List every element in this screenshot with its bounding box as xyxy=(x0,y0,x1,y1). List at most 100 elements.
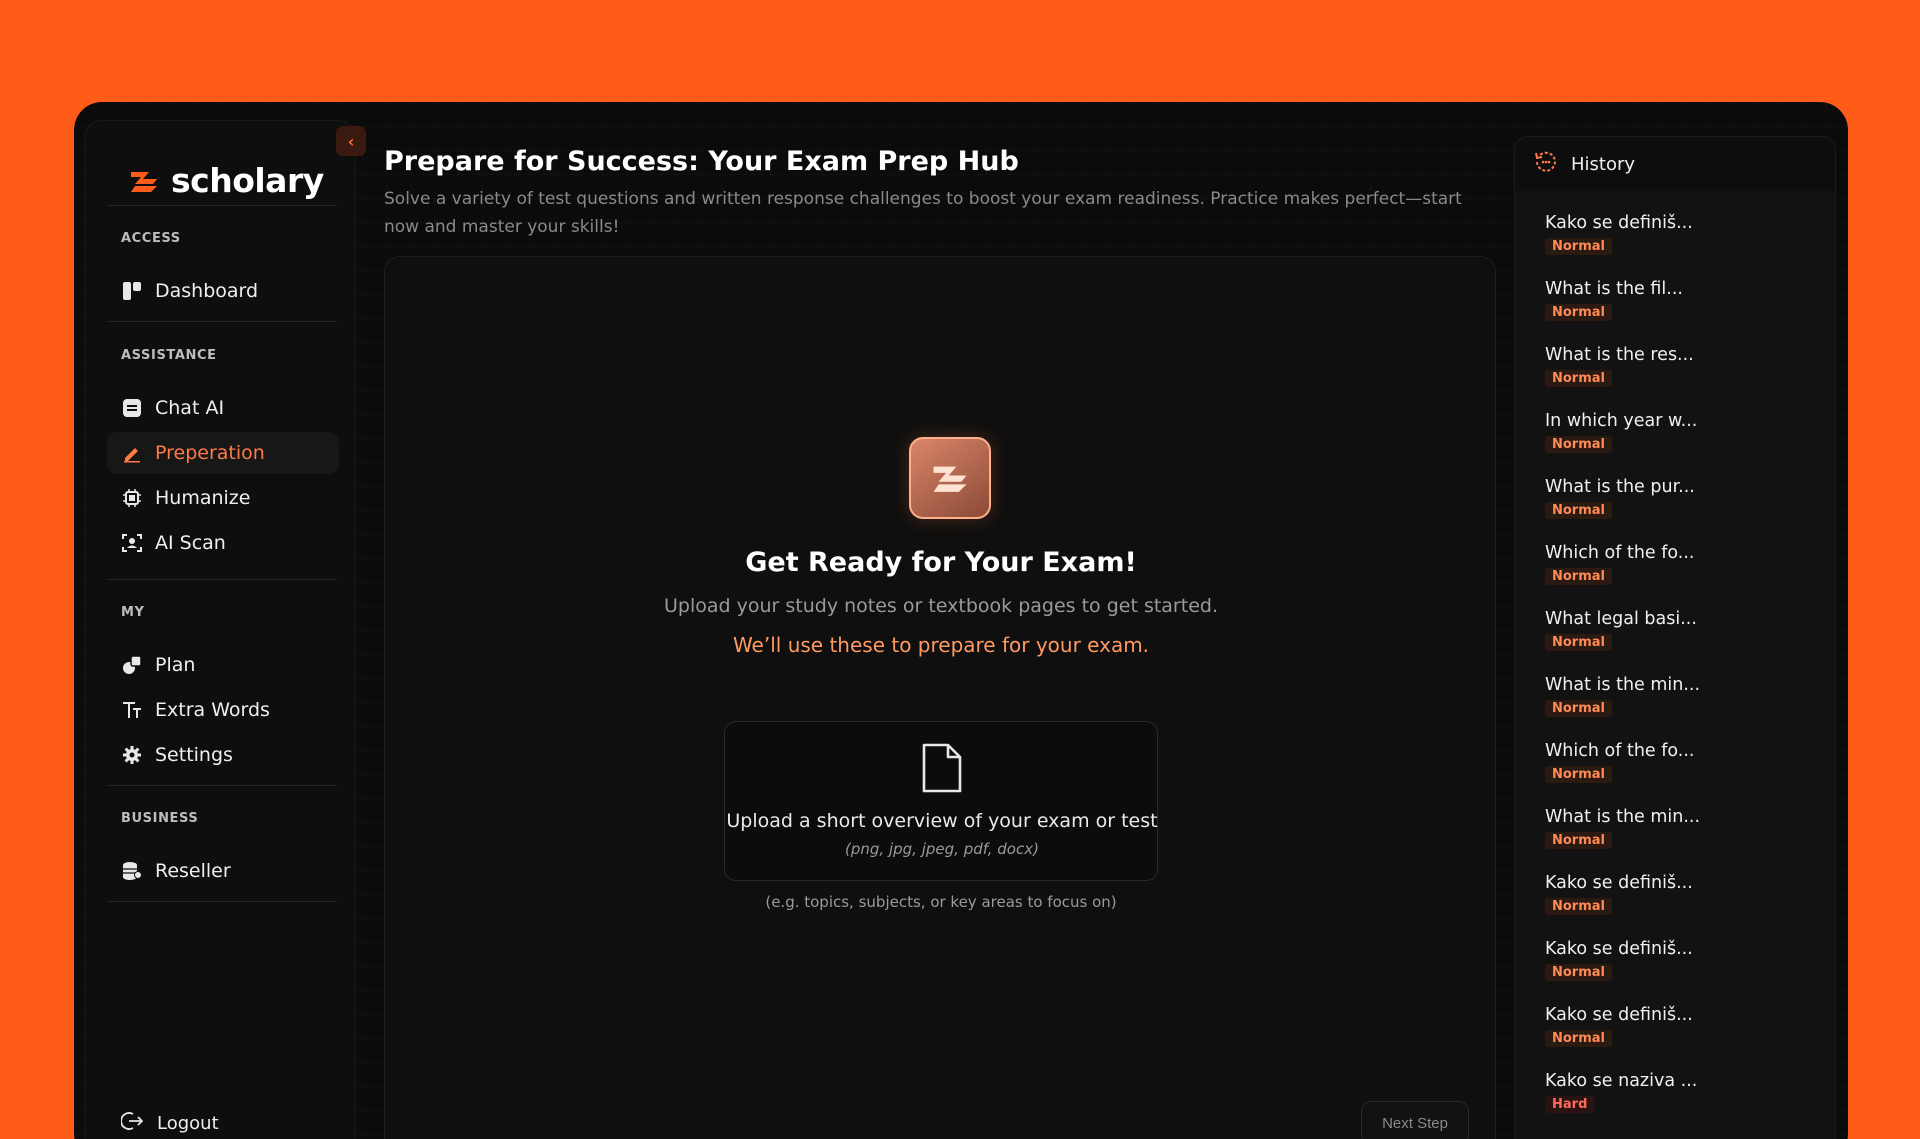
divider xyxy=(107,785,337,786)
history-item[interactable]: What is the fil... Normal xyxy=(1515,277,1835,343)
history-question: Kako se definiš... xyxy=(1545,1005,1693,1025)
history-item[interactable]: Which of the fo... Normal xyxy=(1515,739,1835,805)
history-question: What is the fil... xyxy=(1545,279,1683,299)
divider xyxy=(107,205,337,206)
logout-icon xyxy=(120,1111,144,1136)
history-item[interactable]: What legal basi... Normal xyxy=(1515,607,1835,673)
history-item[interactable]: In which year w... Normal xyxy=(1515,409,1835,475)
history-item[interactable]: Which of the fo... Normal xyxy=(1515,541,1835,607)
difficulty-badge: Normal xyxy=(1545,1030,1612,1047)
history-item[interactable]: Kako se definiš... Normal xyxy=(1515,211,1835,277)
history-header: History xyxy=(1515,137,1835,191)
sidebar-item-reseller[interactable]: Reseller xyxy=(107,850,339,892)
section-label-assistance: ASSISTANCE xyxy=(121,348,217,363)
sidebar-item-label: Settings xyxy=(155,744,233,766)
difficulty-badge: Normal xyxy=(1545,898,1612,915)
history-list: Kako se definiš... Normal What is the fil.… xyxy=(1515,211,1835,1135)
document-icon xyxy=(921,742,963,798)
history-item[interactable]: What is the min... Normal xyxy=(1515,805,1835,871)
sidebar-item-label: Preperation xyxy=(155,442,265,464)
chat-icon xyxy=(121,397,143,419)
dropzone-hint: (e.g. topics, subjects, or key areas to … xyxy=(765,893,1117,911)
sidebar: scholary ACCESS Dashboard ASSISTANCE Cha… xyxy=(84,120,356,1139)
dropzone-file-types: (png, jpg, jpeg, pdf, docx) xyxy=(845,840,1039,858)
history-item[interactable]: Kako se definiš... Normal xyxy=(1515,937,1835,1003)
history-question: What is the res... xyxy=(1545,345,1694,365)
history-icon xyxy=(1533,149,1559,180)
next-step-button[interactable]: Next Step xyxy=(1361,1101,1469,1139)
sidebar-item-label: AI Scan xyxy=(155,532,226,554)
section-label-business: BUSINESS xyxy=(121,811,199,826)
difficulty-badge: Hard xyxy=(1545,1096,1595,1113)
difficulty-badge: Normal xyxy=(1545,964,1612,981)
chevron-left-icon: ‹ xyxy=(347,131,355,151)
difficulty-badge: Normal xyxy=(1545,634,1612,651)
history-title: History xyxy=(1571,153,1636,175)
upload-panel: Get Ready for Your Exam! Upload your stu… xyxy=(384,256,1496,1139)
file-dropzone[interactable]: Upload a short overview of your exam or … xyxy=(724,721,1158,881)
logout-button[interactable]: Logout xyxy=(120,1111,219,1136)
dashboard-icon xyxy=(121,280,143,302)
history-question: Which of the fo... xyxy=(1545,741,1695,761)
difficulty-badge: Normal xyxy=(1545,502,1612,519)
history-item[interactable]: Kako se definiš... Normal xyxy=(1515,1003,1835,1069)
sidebar-item-settings[interactable]: Settings xyxy=(107,734,339,776)
sidebar-item-plan[interactable]: Plan xyxy=(107,644,339,686)
pencil-icon xyxy=(121,442,143,464)
history-item[interactable]: Kako se definiš... Normal xyxy=(1515,871,1835,937)
sidebar-item-ai-scan[interactable]: AI Scan xyxy=(107,522,339,564)
history-question: Kako se definiš... xyxy=(1545,213,1693,233)
get-ready-heading: Get Ready for Your Exam! xyxy=(745,547,1137,578)
coins-icon xyxy=(121,860,143,882)
section-label-my: MY xyxy=(121,605,145,620)
dropzone-label: Upload a short overview of your exam or … xyxy=(726,810,1158,832)
difficulty-badge: Normal xyxy=(1545,370,1612,387)
history-question: What legal basi... xyxy=(1545,609,1697,629)
difficulty-badge: Normal xyxy=(1545,568,1612,585)
section-label-access: ACCESS xyxy=(121,231,181,246)
sidebar-item-label: Dashboard xyxy=(155,280,259,302)
page-subtitle: Solve a variety of test questions and wr… xyxy=(384,189,1462,237)
history-item[interactable]: Kako se naziva ... Hard xyxy=(1515,1069,1835,1135)
history-question: Kako se definiš... xyxy=(1545,939,1693,959)
collapse-sidebar-button[interactable]: ‹ xyxy=(336,126,366,156)
divider xyxy=(107,579,337,580)
text-icon xyxy=(121,699,143,721)
difficulty-badge: Normal xyxy=(1545,700,1612,717)
logo[interactable]: scholary xyxy=(127,161,324,200)
history-item[interactable]: What is the min... Normal xyxy=(1515,673,1835,739)
history-panel: History Kako se definiš... Normal What is … xyxy=(1514,136,1836,1139)
history-question: Which of the fo... xyxy=(1545,543,1695,563)
history-question: Kako se definiš... xyxy=(1545,873,1693,893)
sidebar-item-label: Reseller xyxy=(155,860,231,882)
app-window: scholary ACCESS Dashboard ASSISTANCE Cha… xyxy=(74,102,1848,1139)
scan-icon xyxy=(121,532,143,554)
history-question: Kako se naziva ... xyxy=(1545,1071,1698,1091)
history-item[interactable]: What is the res... Normal xyxy=(1515,343,1835,409)
logout-label: Logout xyxy=(157,1113,219,1134)
history-question: What is the pur... xyxy=(1545,477,1695,497)
sidebar-item-label: Chat AI xyxy=(155,397,225,419)
divider xyxy=(107,901,337,902)
history-question: In which year w... xyxy=(1545,411,1698,431)
gear-icon xyxy=(121,744,143,766)
plan-icon xyxy=(121,654,143,676)
scholary-logo-icon xyxy=(131,171,157,192)
difficulty-badge: Normal xyxy=(1545,436,1612,453)
sidebar-item-humanize[interactable]: Humanize xyxy=(107,477,339,519)
sidebar-item-dashboard[interactable]: Dashboard xyxy=(107,270,339,312)
chip-icon xyxy=(121,487,143,509)
app-name: scholary xyxy=(171,161,324,200)
sidebar-item-label: Plan xyxy=(155,654,196,676)
difficulty-badge: Normal xyxy=(1545,238,1612,255)
history-question: What is the min... xyxy=(1545,675,1701,695)
history-item[interactable]: What is the pur... Normal xyxy=(1515,475,1835,541)
sidebar-item-chat-ai[interactable]: Chat AI xyxy=(107,387,339,429)
sidebar-item-label: Humanize xyxy=(155,487,251,509)
difficulty-badge: Normal xyxy=(1545,832,1612,849)
sidebar-item-extra-words[interactable]: Extra Words xyxy=(107,689,339,731)
difficulty-badge: Normal xyxy=(1545,766,1612,783)
upload-note: We’ll use these to prepare for your exam… xyxy=(732,633,1150,657)
app-badge-icon xyxy=(909,437,991,519)
sidebar-item-preperation[interactable]: Preperation xyxy=(107,432,339,474)
